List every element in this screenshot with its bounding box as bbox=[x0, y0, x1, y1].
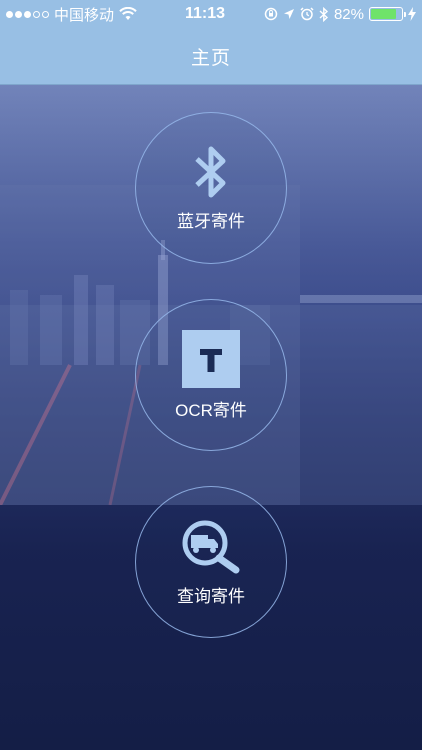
query-send-button[interactable]: 查询寄件 bbox=[135, 486, 287, 638]
nav-bar: 主页 bbox=[0, 28, 422, 85]
bluetooth-send-button[interactable]: 蓝牙寄件 bbox=[135, 112, 287, 264]
status-right: 82% bbox=[246, 6, 416, 23]
battery-percent: 82% bbox=[333, 5, 364, 23]
charging-icon bbox=[408, 7, 416, 21]
status-bar: 中国移动 11:13 82% bbox=[0, 0, 422, 28]
ocr-send-label: OCR寄件 bbox=[175, 400, 247, 420]
home-content: 蓝牙寄件 OCR寄件 查询寄件 bbox=[0, 85, 422, 750]
query-send-label: 查询寄件 bbox=[177, 586, 245, 606]
location-icon bbox=[283, 9, 294, 19]
battery-icon bbox=[369, 7, 406, 21]
signal-strength-icon bbox=[6, 10, 49, 18]
ocr-text-icon bbox=[182, 329, 240, 388]
bluetooth-icon bbox=[194, 145, 228, 199]
bluetooth-send-label: 蓝牙寄件 bbox=[177, 211, 245, 231]
carrier-name: 中国移动 bbox=[54, 6, 115, 24]
wifi-icon bbox=[119, 7, 137, 20]
status-left: 中国移动 bbox=[6, 4, 156, 25]
battery-level bbox=[371, 9, 396, 19]
status-time: 11:13 bbox=[184, 5, 226, 22]
ocr-send-button[interactable]: OCR寄件 bbox=[135, 299, 287, 451]
search-truck-icon bbox=[178, 518, 244, 574]
bluetooth-status-icon bbox=[319, 6, 328, 22]
rotation-lock-icon bbox=[264, 7, 278, 21]
alarm-icon bbox=[300, 7, 314, 21]
page-title: 主页 bbox=[190, 47, 231, 69]
